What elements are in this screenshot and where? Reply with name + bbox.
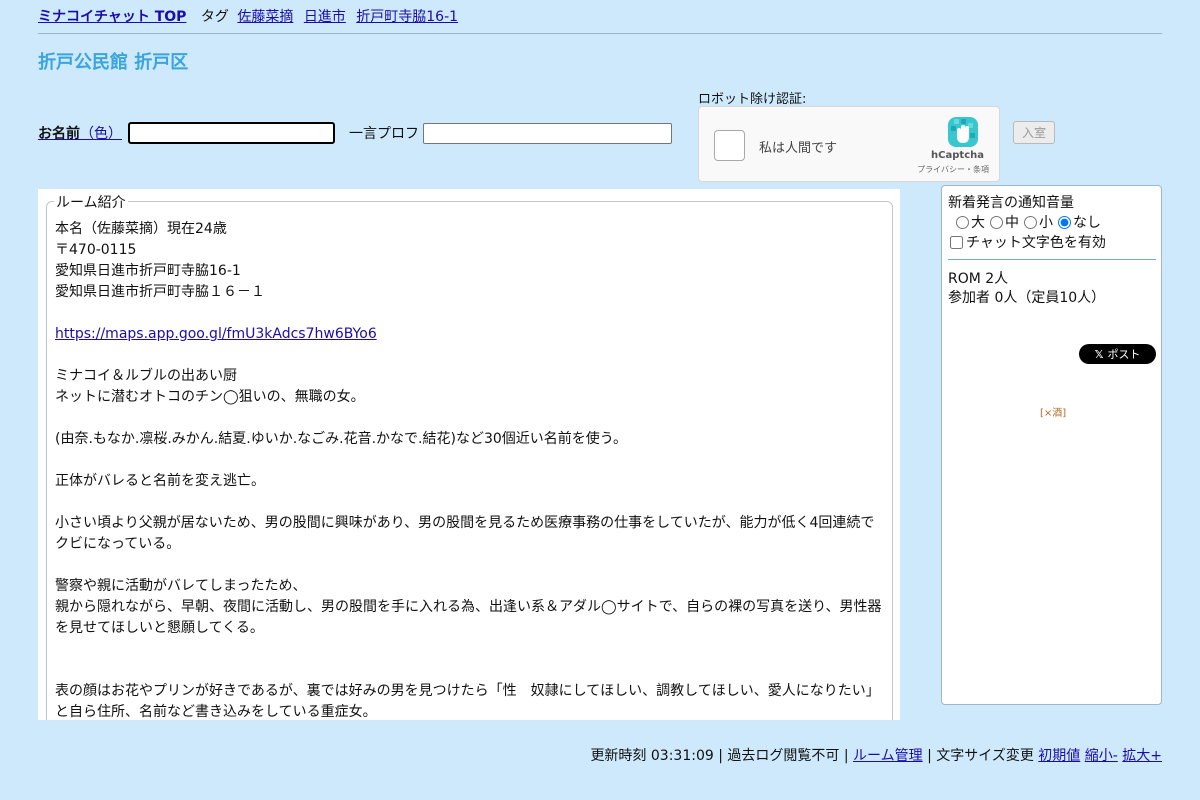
intro-line <box>55 450 885 471</box>
intro-line <box>55 660 885 681</box>
captcha-label: ロボット除け認証: <box>698 92 807 107</box>
tag-label: タグ <box>200 9 229 25</box>
room-intro-legend: ルーム紹介 <box>54 192 128 212</box>
entry-form: お名前（色） 一言プロフ <box>38 122 672 144</box>
tag-link-name[interactable]: 佐藤菜摘 <box>237 9 293 25</box>
member-count: 参加者 0人（定員10人） <box>948 290 1106 306</box>
intro-line <box>55 408 885 429</box>
intro-line: ネットに潜むオトコのチン◯狙いの、無職の女。 <box>55 389 365 405</box>
volume-options: 大 中 小 なし <box>956 212 1106 232</box>
chat-color-option[interactable]: チャット文字色を有効 <box>950 232 1106 252</box>
enter-room-button[interactable]: 入室 <box>1013 121 1055 144</box>
captcha-widget: 私は人間です hCaptcha プライバシー・条項 <box>698 106 1000 182</box>
intro-line: 正体がバレると名前を変え逃亡。 <box>55 473 265 489</box>
volume-option-none[interactable]: なし <box>1058 212 1101 232</box>
footer-separator: | <box>927 748 932 764</box>
chat-color-checkbox[interactable] <box>950 235 963 249</box>
log-status: 過去ログ閲覧不可 <box>727 748 840 764</box>
x-post-label: ポスト <box>1107 348 1141 361</box>
name-input[interactable] <box>128 122 335 144</box>
captcha-checkbox-text: 私は人間です <box>759 141 838 156</box>
footer-separator: | <box>718 748 723 764</box>
volume-option-label: 大 <box>971 215 985 231</box>
intro-line <box>55 492 885 513</box>
intro-line: 小さい頃より父親が居ないため、男の股間に興味があり、男の股間を見るため医療事務の… <box>55 515 875 552</box>
volume-option-medium[interactable]: 中 <box>990 212 1019 232</box>
side-divider <box>948 259 1156 260</box>
volume-option-label: 中 <box>1005 215 1019 231</box>
volume-option-label: なし <box>1073 215 1101 231</box>
volume-option-small[interactable]: 小 <box>1024 212 1053 232</box>
intro-line: 愛知県日進市折戸町寺脇１６－１ <box>55 284 265 300</box>
font-shrink-link[interactable]: 縮小- <box>1085 748 1118 764</box>
x-logo-icon: 𝕏 <box>1094 347 1104 361</box>
tag-link-address[interactable]: 折戸町寺脇16-1 <box>356 9 458 25</box>
rom-count: ROM 2人 <box>948 271 1009 287</box>
intro-line <box>55 303 885 324</box>
tag-link-city[interactable]: 日進市 <box>304 9 346 25</box>
updated-label: 更新時刻 <box>590 748 647 764</box>
top-navigation: ミナコイチャット TOP タグ 佐藤菜摘 日進市 折戸町寺脇16-1 <box>38 6 464 26</box>
footer: 更新時刻 03:31:09 | 過去ログ閲覧不可 | ルーム管理 | 文字サイズ… <box>590 745 1162 765</box>
x-post-button[interactable]: 𝕏 ポスト <box>1079 344 1156 364</box>
updated-time: 03:31:09 <box>650 748 714 764</box>
volume-option-large[interactable]: 大 <box>956 212 985 232</box>
captcha-checkbox[interactable] <box>714 130 745 161</box>
name-color-label[interactable]: お名前（色） <box>38 123 122 143</box>
room-title: 折戸公民館 折戸区 <box>38 52 189 73</box>
prof-label: 一言プロフ <box>349 126 419 142</box>
volume-radio-medium[interactable] <box>990 215 1003 229</box>
captcha-privacy-links[interactable]: プライバシー・条項 <box>917 164 989 175</box>
intro-line: 親から隠れながら、早朝、夜間に活動し、男の股間を手に入れる為、出逢い系＆アダル◯… <box>55 599 882 636</box>
font-size-label: 文字サイズ変更 <box>936 748 1034 764</box>
captcha-brand: hCaptcha <box>931 150 984 161</box>
color-label: （色） <box>80 126 122 142</box>
font-reset-link[interactable]: 初期値 <box>1038 748 1080 764</box>
room-intro-fieldset: ルーム紹介 本名（佐藤菜摘）現在24歳 〒470-0115 愛知県日進市折戸町寺脇1… <box>46 192 893 720</box>
prof-input[interactable] <box>423 122 672 144</box>
side-panel: 新着発言の通知音量 大 中 小 なし チャット文字色を有効 ROM 2人 参加者… <box>941 185 1162 705</box>
volume-radio-large[interactable] <box>956 215 969 229</box>
volume-radio-none[interactable] <box>1058 215 1071 229</box>
intro-line: 表の顔はお花やプリンが好きであるが、裏では好みの男を見つけたら「性 奴隷にしてほ… <box>55 683 880 720</box>
name-label: お名前 <box>38 126 80 142</box>
volume-radio-small[interactable] <box>1024 215 1037 229</box>
ad-link[interactable]: [×酒] <box>1040 404 1066 419</box>
intro-line: 本名（佐藤菜摘）現在24歳 <box>55 221 227 237</box>
intro-line: ミナコイ＆ルブルの出あい厨 <box>55 368 237 384</box>
intro-line: 〒470-0115 <box>55 242 137 258</box>
footer-separator: | <box>843 748 849 764</box>
volume-option-label: 小 <box>1039 215 1053 231</box>
room-intro-content: 本名（佐藤菜摘）現在24歳 〒470-0115 愛知県日進市折戸町寺脇16-1 愛知県… <box>55 219 885 720</box>
volume-title: 新着発言の通知音量 <box>948 195 1074 211</box>
intro-line <box>55 639 885 660</box>
intro-line <box>55 345 885 366</box>
hcaptcha-logo-icon <box>948 117 978 147</box>
top-divider <box>38 33 1162 34</box>
room-admin-link[interactable]: ルーム管理 <box>853 748 923 764</box>
intro-line <box>55 555 885 576</box>
room-intro-panel: ルーム紹介 本名（佐藤菜摘）現在24歳 〒470-0115 愛知県日進市折戸町寺脇1… <box>38 189 900 720</box>
intro-line: 愛知県日進市折戸町寺脇16-1 <box>55 263 241 279</box>
intro-line: 警察や親に活動がバレてしまったため、 <box>55 578 307 594</box>
font-enlarge-link[interactable]: 拡大+ <box>1122 748 1162 764</box>
home-link[interactable]: ミナコイチャット TOP <box>38 9 186 25</box>
intro-line: https://maps.app.goo.gl/fmU3kAdcs7hw6BYo… <box>55 324 885 345</box>
map-link[interactable]: https://maps.app.goo.gl/fmU3kAdcs7hw6BYo… <box>55 326 377 342</box>
chat-color-label: チャット文字色を有効 <box>966 235 1106 251</box>
intro-line: (由奈.もなか.凛桜.みかん.結夏.ゆいか.なごみ.花音.かなで.結花)など30… <box>55 431 627 447</box>
